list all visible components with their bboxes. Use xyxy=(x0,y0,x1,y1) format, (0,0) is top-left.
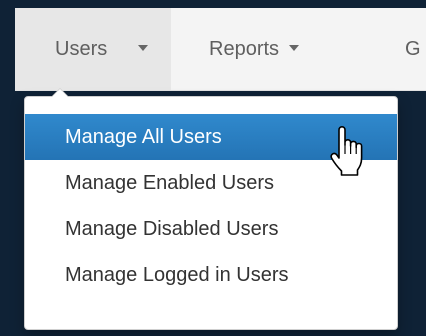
menu-item-label: Manage All Users xyxy=(65,126,222,148)
dropdown-pointer-inner xyxy=(52,89,68,97)
nav-item-users-label: Users xyxy=(55,38,108,60)
menu-item-label: Manage Disabled Users xyxy=(65,218,279,240)
menu-item-manage-disabled-users[interactable]: Manage Disabled Users xyxy=(25,206,397,252)
menu-item-label: Manage Logged in Users xyxy=(65,264,289,286)
navbar: Users Reports G xyxy=(15,8,426,91)
caret-down-icon xyxy=(138,45,148,51)
nav-item-users[interactable]: Users xyxy=(15,8,171,90)
nav-item-partial-label: G xyxy=(405,38,421,60)
menu-item-label: Manage Enabled Users xyxy=(65,172,275,194)
nav-item-partial[interactable]: G xyxy=(405,8,421,90)
hand-pointer-icon xyxy=(330,126,363,176)
nav-item-reports-label: Reports xyxy=(209,38,280,60)
caret-down-icon xyxy=(289,44,300,51)
nav-item-reports[interactable]: Reports xyxy=(209,8,300,90)
menu-item-manage-logged-in-users[interactable]: Manage Logged in Users xyxy=(25,252,397,298)
